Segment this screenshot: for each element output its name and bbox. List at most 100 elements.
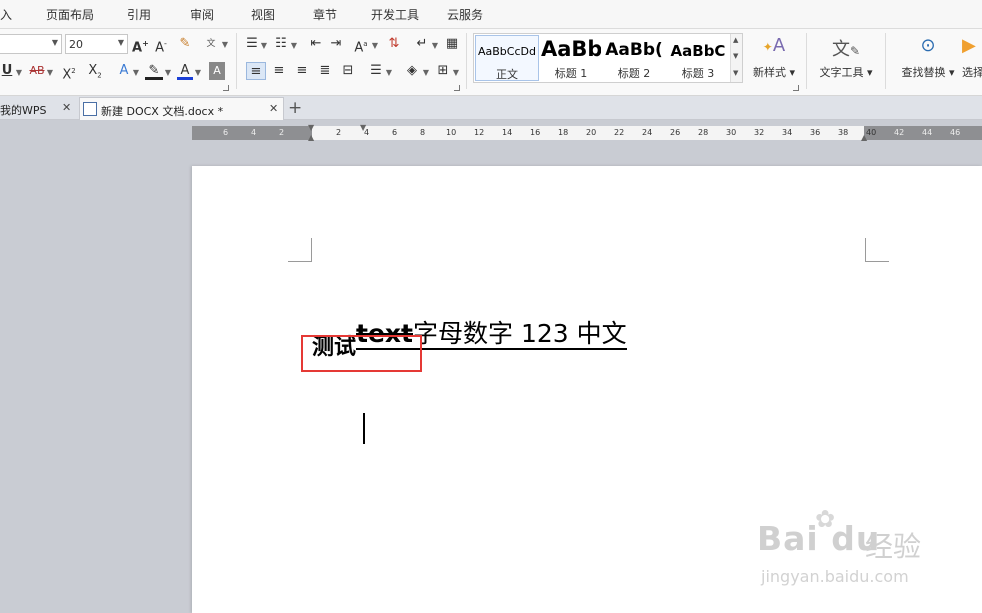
chevron-down-icon[interactable]: ▼ xyxy=(422,64,430,82)
chevron-down-icon[interactable]: ▼ xyxy=(385,64,393,82)
tab-label: 我的WPS xyxy=(0,104,47,117)
bullet-list-icon[interactable]: ☰ xyxy=(244,35,260,53)
borders-icon[interactable]: ⊞ xyxy=(435,62,451,80)
style-sample: AaBb( xyxy=(605,40,663,60)
text-tools-button[interactable]: 文✎ 文字工具 ▾ xyxy=(812,33,880,85)
highlight-color-icon[interactable]: ✎ xyxy=(145,62,163,80)
menu-references[interactable]: 引用 xyxy=(127,6,151,23)
ruler-number: 30 xyxy=(726,128,737,137)
style-heading-3[interactable]: AaBbC 标题 3 xyxy=(667,35,729,81)
menu-section[interactable]: 章节 xyxy=(313,6,337,23)
clear-format-icon[interactable]: ✎ xyxy=(177,35,193,53)
table-icon[interactable]: ▦ xyxy=(444,35,460,53)
menu-view[interactable]: 视图 xyxy=(251,6,275,23)
chevron-down-icon[interactable]: ▼ xyxy=(194,64,202,82)
new-style-button[interactable]: ✦A 新样式 ▾ xyxy=(745,33,803,85)
find-replace-icon: ⊙ xyxy=(920,35,936,56)
paragraph-dialog-launcher-icon[interactable] xyxy=(454,85,460,91)
expand-gallery-icon[interactable]: ▼ xyxy=(733,69,738,77)
ribbon-separator xyxy=(806,33,807,89)
grow-font-icon[interactable]: A+ xyxy=(132,35,149,55)
numbered-list-icon[interactable]: ☷ xyxy=(273,35,289,53)
chevron-down-icon[interactable]: ▼ xyxy=(260,37,268,55)
ruler-number: 38 xyxy=(838,128,849,137)
styles-dialog-launcher-icon[interactable] xyxy=(793,85,799,91)
font-size-select[interactable]: 20 ▼ xyxy=(65,34,128,54)
ruler-number: 36 xyxy=(810,128,821,137)
chevron-down-icon[interactable]: ▼ xyxy=(452,64,460,82)
text-effect-icon[interactable]: A xyxy=(116,62,132,80)
add-tab-icon[interactable]: + xyxy=(288,98,302,118)
select-button[interactable]: ▶ 选择 xyxy=(962,33,982,85)
style-gallery-scroll[interactable]: ▲ ▼ ▼ xyxy=(730,34,742,82)
chevron-down-icon[interactable]: ▼ xyxy=(132,64,140,82)
tab-my-wps[interactable]: 我的WPS ✕ xyxy=(0,97,78,120)
ribbon-separator xyxy=(885,33,886,89)
chevron-down-icon[interactable]: ▼ xyxy=(46,64,54,82)
align-left-icon[interactable]: ≡ xyxy=(246,62,266,80)
chevron-down-icon[interactable]: ▼ xyxy=(733,52,738,60)
strikethrough-icon[interactable]: AB xyxy=(28,62,46,80)
decrease-indent-icon[interactable]: ⇤ xyxy=(308,35,324,53)
menu-insert[interactable]: 入 xyxy=(0,6,12,23)
show-marks-icon[interactable]: ↵ xyxy=(414,35,430,53)
menu-cloud-services[interactable]: 云服务 xyxy=(447,6,483,23)
menu-developer-tools[interactable]: 开发工具 xyxy=(371,6,419,23)
phonetic-guide-icon[interactable]: 文 xyxy=(201,35,221,53)
style-normal[interactable]: AaBbCcDd 正文 xyxy=(475,35,539,81)
align-right-icon[interactable]: ≡ xyxy=(294,62,310,80)
increase-indent-icon[interactable]: ⇥ xyxy=(328,35,344,53)
font-name-select[interactable]: ▼ xyxy=(0,34,62,54)
font-size-value: 20 xyxy=(69,38,83,51)
change-case-icon[interactable]: Aa xyxy=(352,35,370,55)
text-cursor xyxy=(363,413,365,444)
style-name: 正文 xyxy=(496,68,518,81)
margin-corner-top-left xyxy=(288,238,312,262)
align-center-icon[interactable]: ≡ xyxy=(271,62,287,80)
superscript-icon[interactable]: X2 xyxy=(60,62,78,82)
text-tools-icon: 文✎ xyxy=(831,39,861,60)
menu-page-layout[interactable]: 页面布局 xyxy=(46,6,94,23)
margin-corner-top-right xyxy=(865,238,889,262)
ruler-number: 32 xyxy=(754,128,765,137)
distributed-align-icon[interactable]: ⊟ xyxy=(339,62,357,80)
chevron-down-icon[interactable]: ▼ xyxy=(164,64,172,82)
close-icon[interactable]: ✕ xyxy=(62,101,71,114)
ruler-number: 44 xyxy=(922,128,933,137)
watermark-logo-cn: 经验 xyxy=(865,530,922,563)
first-line-indent-marker[interactable]: ▼ xyxy=(308,123,314,132)
chevron-down-icon[interactable]: ▼ xyxy=(371,37,379,55)
chevron-up-icon[interactable]: ▲ xyxy=(733,36,738,44)
tab-label: 新建 DOCX 文档.docx * xyxy=(101,105,224,118)
subscript-icon[interactable]: X2 xyxy=(86,62,104,80)
chevron-down-icon[interactable]: ▼ xyxy=(15,64,23,82)
style-name: 标题 3 xyxy=(681,67,715,80)
style-heading-1[interactable]: AaBb 标题 1 xyxy=(541,35,601,81)
menu-review[interactable]: 审阅 xyxy=(190,6,214,23)
character-shading-icon[interactable]: A xyxy=(209,62,225,80)
ruler-number: 6 xyxy=(392,128,398,137)
line-spacing-icon[interactable]: ☰ xyxy=(368,62,384,80)
font-color-icon[interactable]: A xyxy=(177,62,193,80)
shrink-font-icon[interactable]: A- xyxy=(153,35,169,55)
sort-icon[interactable]: ⇅ xyxy=(386,35,402,53)
close-icon[interactable]: ✕ xyxy=(269,102,278,115)
chevron-down-icon[interactable]: ▼ xyxy=(290,37,298,55)
font-dialog-launcher-icon[interactable] xyxy=(223,85,229,91)
ruler-number: 2 xyxy=(336,128,342,137)
style-heading-2[interactable]: AaBb( 标题 2 xyxy=(604,35,664,81)
paragraph-shading-icon[interactable]: ◈ xyxy=(403,62,421,80)
chevron-down-icon[interactable]: ▼ xyxy=(221,36,229,54)
horizontal-ruler[interactable]: 6 4 2 2 4 6 8 10 12 14 16 18 20 22 24 26… xyxy=(192,123,982,142)
left-indent-marker[interactable]: ▲ xyxy=(308,133,314,142)
watermark-url: jingyan.baidu.com xyxy=(761,567,909,586)
chevron-down-icon[interactable]: ▼ xyxy=(431,37,439,55)
right-indent-marker[interactable]: ▲ xyxy=(861,133,867,142)
underline-icon[interactable]: U xyxy=(0,62,14,80)
find-replace-button[interactable]: ⊙ 查找替换 ▾ xyxy=(892,33,964,85)
tab-new-docx[interactable]: 新建 DOCX 文档.docx * ✕ xyxy=(79,97,284,120)
new-style-icon: ✦A xyxy=(762,35,786,56)
hanging-indent-marker[interactable]: ▼ xyxy=(360,123,366,132)
text-tools-label: 文字工具 ▾ xyxy=(819,66,873,79)
justify-icon[interactable]: ≣ xyxy=(317,62,333,80)
